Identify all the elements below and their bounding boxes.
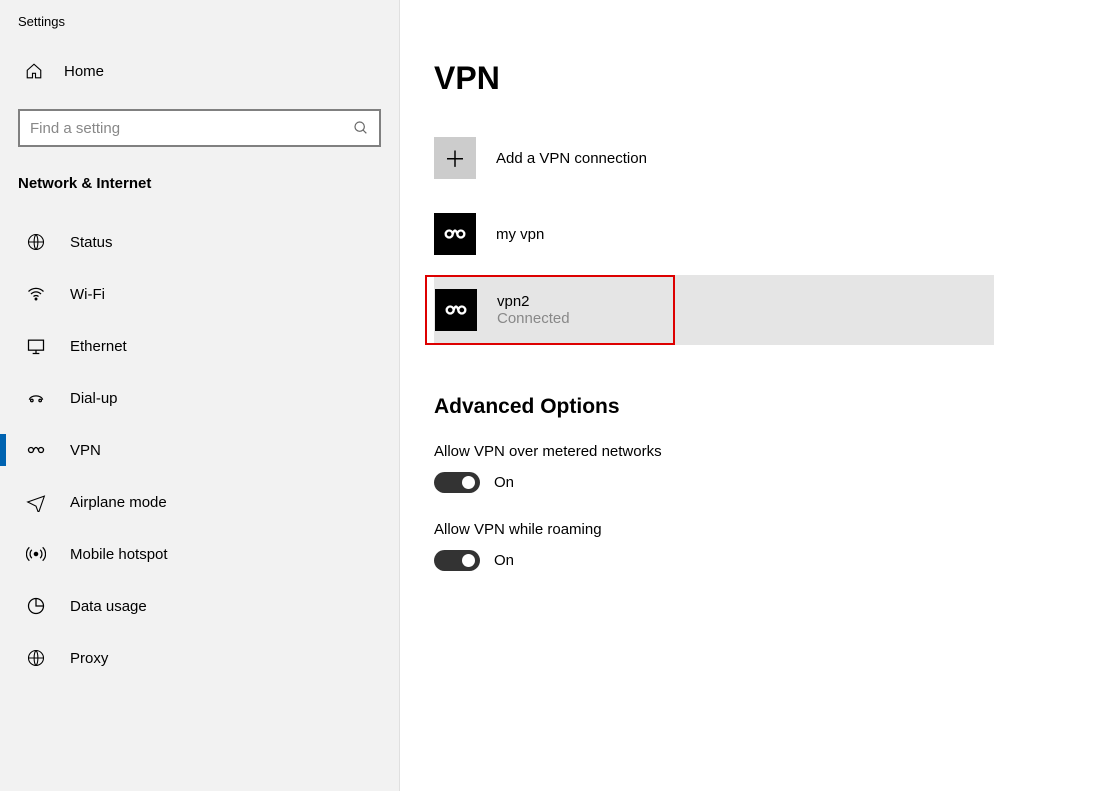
sidebar-item-proxy[interactable]: Proxy [0,632,399,684]
toggle-roaming[interactable]: On [434,550,1096,571]
home-label: Home [64,63,104,80]
toggle-metered[interactable]: On [434,472,1096,493]
dialup-icon [26,388,46,408]
vpn-tile-icon [434,213,476,255]
page-title: VPN [434,60,1096,97]
toggle-switch[interactable] [434,550,480,571]
toggle-state: On [494,552,514,569]
option-label: Allow VPN while roaming [434,521,1096,538]
sidebar-item-ethernet[interactable]: Ethernet [0,320,399,372]
toggle-switch[interactable] [434,472,480,493]
option-metered: Allow VPN over metered networks On [434,443,1096,493]
sidebar-item-hotspot[interactable]: Mobile hotspot [0,528,399,580]
nav-label: Dial-up [70,390,118,407]
option-label: Allow VPN over metered networks [434,443,1096,460]
home-icon [24,61,44,81]
sidebar-item-wifi[interactable]: Wi-Fi [0,268,399,320]
nav-label: Wi-Fi [70,286,105,303]
sidebar-item-datausage[interactable]: Data usage [0,580,399,632]
airplane-icon [26,492,46,512]
add-vpn-button[interactable]: ＋ Add a VPN connection [434,133,1096,187]
plus-icon: ＋ [434,137,476,179]
search-box[interactable] [18,109,381,147]
vpn-connection-myvpn[interactable]: my vpn [434,203,1096,265]
nav-label: Data usage [70,598,147,615]
vpn-icon [26,440,46,460]
search-icon [353,120,369,136]
add-vpn-label: Add a VPN connection [496,150,647,167]
nav-label: Airplane mode [70,494,167,511]
ethernet-icon [26,336,46,356]
main-content: VPN ＋ Add a VPN connection my vpn vpn2 [400,0,1096,791]
app-title: Settings [0,12,399,49]
sidebar-home[interactable]: Home [0,49,399,93]
sidebar-category: Network & Internet [0,163,399,216]
proxy-icon [26,648,46,668]
sidebar-item-status[interactable]: Status [0,216,399,268]
sidebar-item-dialup[interactable]: Dial-up [0,372,399,424]
nav-label: Proxy [70,650,108,667]
vpn-name: vpn2 [497,293,570,310]
nav-label: VPN [70,442,101,459]
option-roaming: Allow VPN while roaming On [434,521,1096,571]
sidebar-item-airplane[interactable]: Airplane mode [0,476,399,528]
toggle-state: On [494,474,514,491]
hotspot-icon [26,544,46,564]
datausage-icon [26,596,46,616]
sidebar: Settings Home Network & Internet Status … [0,0,400,791]
vpn-tile-icon [435,289,477,331]
vpn-status: Connected [497,310,570,327]
vpn-list: ＋ Add a VPN connection my vpn vpn2 Conne… [434,133,1096,345]
vpn-name: my vpn [496,226,544,243]
sidebar-item-vpn[interactable]: VPN [0,424,399,476]
vpn-connection-vpn2[interactable]: vpn2 Connected [434,275,994,345]
wifi-icon [26,284,46,304]
nav-label: Status [70,234,113,251]
highlight-box: vpn2 Connected [425,275,675,345]
search-input[interactable] [30,120,353,137]
advanced-options-title: Advanced Options [434,395,1096,419]
nav-label: Ethernet [70,338,127,355]
globe-icon [26,232,46,252]
nav-label: Mobile hotspot [70,546,168,563]
